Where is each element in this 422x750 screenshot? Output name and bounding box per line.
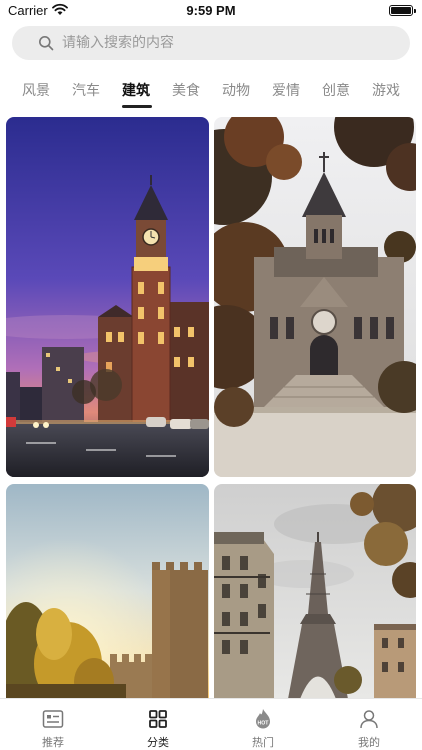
tabbar-label-hot: 热门 [252, 736, 274, 749]
hot-badge-text: HOT [258, 721, 270, 727]
tab-food[interactable]: 美食 [172, 80, 200, 100]
search-bar[interactable] [12, 26, 410, 60]
category-tabs: 风景 汽车 建筑 美食 动物 爱情 创意 游戏 [0, 72, 422, 112]
recommend-icon [42, 710, 64, 728]
eiffel-tower-photo [214, 484, 416, 699]
gallery-card-clock-tower[interactable] [6, 117, 209, 477]
castle-tower-photo [6, 484, 209, 699]
status-bar: Carrier 9:59 PM [0, 0, 422, 22]
tab-animals[interactable]: 动物 [222, 80, 250, 100]
tabbar-hot[interactable]: HOT 热门 [221, 699, 305, 750]
tab-love[interactable]: 爱情 [272, 80, 300, 100]
active-tab-indicator [122, 105, 152, 108]
category-icon [149, 710, 167, 728]
tabbar-category[interactable]: 分类 [116, 699, 200, 750]
hot-icon: HOT [256, 709, 270, 729]
tabbar-label-category: 分类 [147, 736, 169, 749]
tabbar-label-profile: 我的 [358, 736, 380, 749]
status-time: 9:59 PM [186, 3, 236, 18]
clock-tower-photo [6, 117, 209, 477]
tabbar-recommend[interactable]: 推荐 [11, 699, 95, 750]
tab-creative[interactable]: 创意 [322, 80, 350, 100]
tab-cars[interactable]: 汽车 [72, 80, 100, 100]
tabbar-label-recommend: 推荐 [42, 736, 64, 749]
bottom-tab-bar: 推荐 分类 HOT 热门 我的 [0, 698, 422, 750]
gallery-card-gothic-chapel[interactable] [214, 117, 416, 477]
tab-games[interactable]: 游戏 [372, 80, 400, 100]
gothic-chapel-photo [214, 117, 416, 477]
search-icon [39, 36, 54, 51]
battery-icon [389, 5, 416, 16]
tab-scenery[interactable]: 风景 [22, 80, 50, 100]
search-input[interactable] [62, 26, 392, 60]
tabbar-profile[interactable]: 我的 [327, 699, 411, 750]
gallery-card-castle-tower[interactable] [6, 484, 209, 699]
profile-icon [360, 710, 378, 729]
gallery-card-eiffel-tower[interactable] [214, 484, 416, 699]
tab-architecture[interactable]: 建筑 [122, 80, 150, 100]
